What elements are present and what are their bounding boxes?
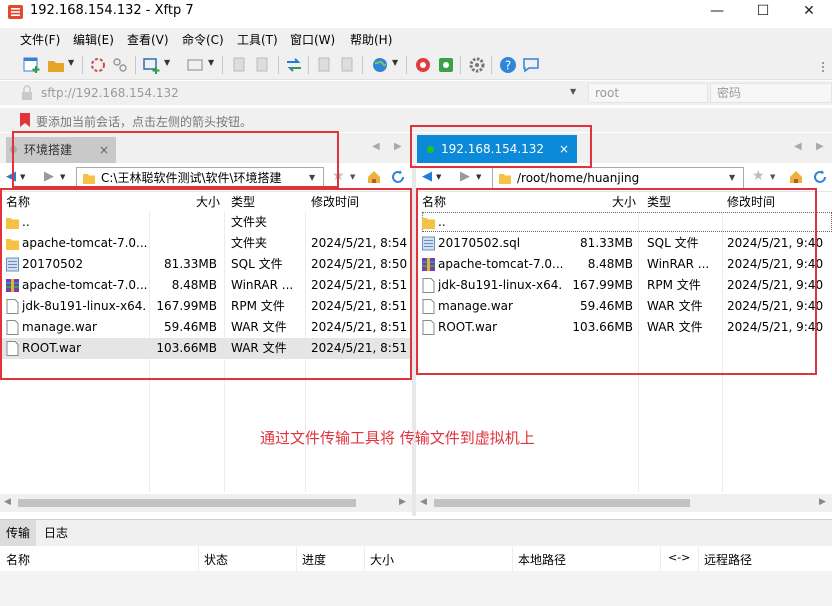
annotation-box-local-files <box>0 188 412 380</box>
password-input[interactable]: 密码 <box>710 83 832 103</box>
local-hscroll-thumb[interactable] <box>18 499 356 507</box>
reconnect-icon[interactable] <box>110 55 130 75</box>
home-icon[interactable] <box>366 169 382 185</box>
menu-window[interactable]: 窗口(W) <box>290 31 335 48</box>
toolbar-separator <box>82 56 83 74</box>
globe-icon[interactable] <box>370 55 390 75</box>
open-folder-icon[interactable] <box>46 55 66 75</box>
toolbar-overflow-icon[interactable] <box>822 62 824 72</box>
forward-icon[interactable]: ▶ <box>460 169 470 184</box>
toolbar: ▼ ▼ ▼ ▼ ? <box>0 50 832 80</box>
remote-path-input[interactable]: /root/home/huanjing ▼ <box>492 167 744 189</box>
address-bar: sftp://192.168.154.132 ▼ root 密码 <box>0 81 832 105</box>
transfer-column-header: 名称 状态 进度 大小 本地路径 <-> 远程路径 <box>0 547 832 571</box>
chevron-down-icon[interactable]: ▼ <box>68 58 74 67</box>
maximize-button[interactable]: ☐ <box>740 0 786 24</box>
toolbar-separator <box>308 56 309 74</box>
local-hscrollbar[interactable]: ◀ ▶ <box>0 494 412 512</box>
close-button[interactable]: ✕ <box>786 0 832 24</box>
chevron-down-icon[interactable]: ▼ <box>729 168 735 188</box>
disconnect-icon[interactable] <box>88 55 108 75</box>
svg-text:?: ? <box>505 59 511 73</box>
host-input[interactable]: sftp://192.168.154.132 <box>34 83 584 103</box>
menu-view[interactable]: 查看(V) <box>127 31 169 48</box>
toolbar-separator <box>135 56 136 74</box>
tab-scroll-right-icon[interactable]: ▶ <box>394 141 402 152</box>
annotation-text: 通过文件传输工具将 传输文件到虚拟机上 <box>260 429 535 447</box>
lock-icon <box>22 85 32 100</box>
new-terminal-icon[interactable] <box>142 55 162 75</box>
chevron-down-icon[interactable]: ▼ <box>350 173 355 181</box>
scroll-left-icon[interactable]: ◀ <box>420 497 427 507</box>
scroll-left-icon[interactable]: ◀ <box>4 497 11 507</box>
chevron-down-icon[interactable]: ▼ <box>208 58 214 67</box>
col-name[interactable]: 名称 <box>6 551 30 568</box>
gear-icon[interactable] <box>467 55 487 75</box>
menu-edit[interactable]: 编辑(E) <box>73 31 114 48</box>
col-remote-path[interactable]: 远程路径 <box>704 551 752 568</box>
paste-icon[interactable] <box>253 55 273 75</box>
chevron-down-icon[interactable]: ▼ <box>436 173 441 181</box>
tab-scroll-left-icon[interactable]: ◀ <box>794 141 802 152</box>
xshell-icon[interactable] <box>413 55 433 75</box>
refresh-icon[interactable] <box>812 169 828 185</box>
copy-disabled-icon[interactable] <box>315 55 335 75</box>
annotation-box-local-tab <box>12 131 339 188</box>
toolbar-separator <box>362 56 363 74</box>
toolbar-separator <box>491 56 492 74</box>
chevron-down-icon[interactable]: ▼ <box>392 58 398 67</box>
xftp-app-icon <box>8 5 23 19</box>
xftp-icon[interactable] <box>436 55 456 75</box>
menu-file[interactable]: 文件(F) <box>20 31 60 48</box>
refresh-icon[interactable] <box>390 169 406 185</box>
transfer-tabs: 传输 日志 <box>0 519 832 546</box>
chevron-down-icon[interactable]: ▼ <box>476 173 481 181</box>
chat-icon[interactable] <box>521 55 541 75</box>
scroll-right-icon[interactable]: ▶ <box>819 497 826 507</box>
chevron-down-icon[interactable]: ▼ <box>164 58 170 67</box>
bookmark-icon[interactable] <box>20 113 30 127</box>
col-size[interactable]: 大小 <box>370 551 394 568</box>
chevron-down-icon[interactable]: ▼ <box>770 173 775 181</box>
menu-help[interactable]: 帮助(H) <box>350 31 392 48</box>
remote-hscrollbar[interactable]: ◀ ▶ <box>416 494 832 512</box>
home-icon[interactable] <box>788 169 804 185</box>
sync-transfer-icon[interactable] <box>284 55 304 75</box>
new-session-icon[interactable] <box>22 55 42 75</box>
tab-scroll-right-icon[interactable]: ▶ <box>816 141 824 152</box>
toolbar-separator <box>460 56 461 74</box>
remote-path-text: /root/home/huanjing <box>517 171 640 185</box>
minimize-button[interactable]: — <box>694 0 740 24</box>
menu-bar: 文件(F) 编辑(E) 查看(V) 命令(C) 工具(T) 窗口(W) 帮助(H… <box>0 28 832 50</box>
tab-scroll-left-icon[interactable]: ◀ <box>372 141 380 152</box>
username-input[interactable]: root <box>588 83 708 103</box>
window-title: 192.168.154.132 - Xftp 7 <box>30 3 194 18</box>
back-icon[interactable]: ◀ <box>422 169 432 184</box>
info-text: 要添加当前会话，点击左侧的箭头按钮。 <box>36 115 253 129</box>
transfer-list <box>0 571 832 606</box>
star-icon[interactable]: ★ <box>752 168 765 184</box>
col-local-path[interactable]: 本地路径 <box>518 551 566 568</box>
chevron-down-icon[interactable]: ▼ <box>570 87 576 96</box>
menu-tools[interactable]: 工具(T) <box>237 31 278 48</box>
paste-disabled-icon[interactable] <box>338 55 358 75</box>
col-direction[interactable]: <-> <box>668 551 690 564</box>
toolbar-separator <box>406 56 407 74</box>
annotation-box-remote-files <box>416 188 817 375</box>
menu-command[interactable]: 命令(C) <box>182 31 224 48</box>
remote-hscroll-thumb[interactable] <box>434 499 690 507</box>
title-bar: 192.168.154.132 - Xftp 7 — ☐ ✕ <box>0 0 832 24</box>
col-progress[interactable]: 进度 <box>302 551 326 568</box>
help-icon[interactable]: ? <box>498 55 518 75</box>
tab-log[interactable]: 日志 <box>36 520 76 546</box>
annotation-box-remote-tab <box>410 125 592 168</box>
col-status[interactable]: 状态 <box>204 551 228 568</box>
tab-transfer[interactable]: 传输 <box>0 520 36 546</box>
folder-icon <box>499 174 511 184</box>
scroll-right-icon[interactable]: ▶ <box>399 497 406 507</box>
copy-icon[interactable] <box>230 55 250 75</box>
toolbar-separator <box>278 56 279 74</box>
toolbar-separator <box>222 56 223 74</box>
screen-icon[interactable] <box>186 55 206 75</box>
